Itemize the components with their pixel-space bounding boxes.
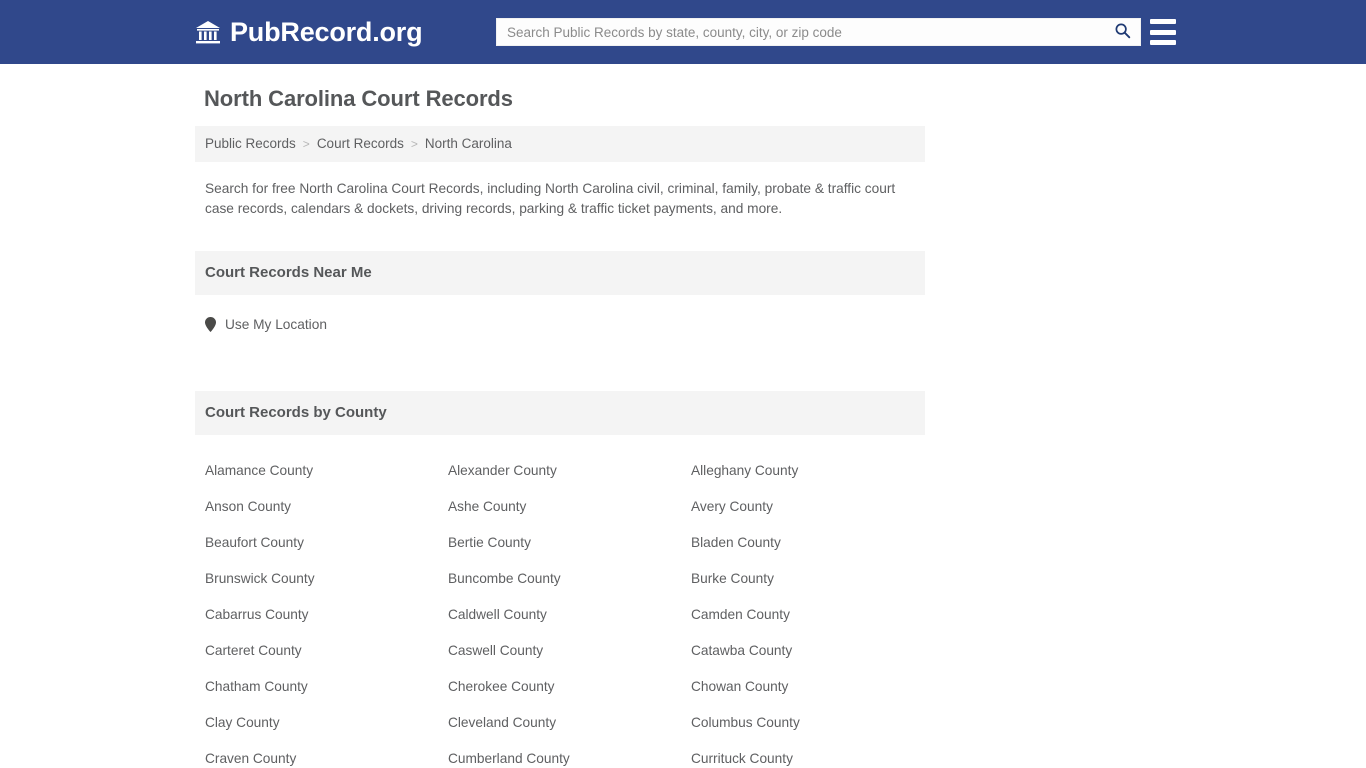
bank-building-icon <box>195 19 221 45</box>
county-link[interactable]: Catawba County <box>691 633 935 669</box>
county-link[interactable]: Carteret County <box>205 633 448 669</box>
breadcrumb: Public Records > Court Records > North C… <box>195 126 925 162</box>
search-icon <box>1114 22 1131 42</box>
brand-logo-link[interactable]: PubRecord.org <box>195 16 423 47</box>
main-content: North Carolina Court Records Public Reco… <box>195 64 925 768</box>
breadcrumb-item-court-records[interactable]: Court Records <box>317 136 404 151</box>
site-header: PubRecord.org <box>0 0 1366 64</box>
county-link[interactable]: Camden County <box>691 597 935 633</box>
county-list: Alamance County Alexander County Alleghany… <box>195 435 925 768</box>
county-link[interactable]: Cabarrus County <box>205 597 448 633</box>
county-link[interactable]: Buncombe County <box>448 561 691 597</box>
county-link[interactable]: Chatham County <box>205 669 448 705</box>
county-link[interactable]: Alamance County <box>205 453 448 489</box>
search-input[interactable] <box>497 19 1104 45</box>
section-heading-near-me: Court Records Near Me <box>195 251 925 295</box>
county-link[interactable]: Cleveland County <box>448 705 691 741</box>
hamburger-menu-icon[interactable] <box>1150 19 1176 45</box>
county-link[interactable]: Brunswick County <box>205 561 448 597</box>
county-link[interactable]: Bertie County <box>448 525 691 561</box>
brand-name: PubRecord.org <box>230 16 423 47</box>
county-link[interactable]: Craven County <box>205 741 448 768</box>
county-link[interactable]: Cherokee County <box>448 669 691 705</box>
county-link[interactable]: Burke County <box>691 561 935 597</box>
county-link[interactable]: Currituck County <box>691 741 935 768</box>
county-link[interactable]: Cumberland County <box>448 741 691 768</box>
breadcrumb-item-north-carolina[interactable]: North Carolina <box>425 136 512 151</box>
county-link[interactable]: Alexander County <box>448 453 691 489</box>
county-link[interactable]: Ashe County <box>448 489 691 525</box>
map-pin-icon <box>205 317 216 332</box>
county-link[interactable]: Chowan County <box>691 669 935 705</box>
intro-paragraph: Search for free North Carolina Court Rec… <box>205 181 896 216</box>
county-link[interactable]: Bladen County <box>691 525 935 561</box>
county-link[interactable]: Avery County <box>691 489 935 525</box>
use-my-location-label: Use My Location <box>225 317 327 332</box>
county-link[interactable]: Beaufort County <box>205 525 448 561</box>
section-heading-by-county: Court Records by County <box>195 391 925 435</box>
county-link[interactable]: Caldwell County <box>448 597 691 633</box>
page-title: North Carolina Court Records <box>204 86 513 111</box>
county-link[interactable]: Columbus County <box>691 705 935 741</box>
breadcrumb-separator: > <box>410 136 418 151</box>
breadcrumb-item-public-records[interactable]: Public Records <box>205 136 296 151</box>
use-my-location-link[interactable]: Use My Location <box>205 317 327 332</box>
search-button[interactable] <box>1104 19 1140 45</box>
county-link[interactable]: Anson County <box>205 489 448 525</box>
county-link[interactable]: Caswell County <box>448 633 691 669</box>
county-link[interactable]: Alleghany County <box>691 453 935 489</box>
near-me-section: Use My Location <box>195 295 925 337</box>
search-bar <box>496 18 1141 46</box>
breadcrumb-separator: > <box>302 136 310 151</box>
county-link[interactable]: Clay County <box>205 705 448 741</box>
